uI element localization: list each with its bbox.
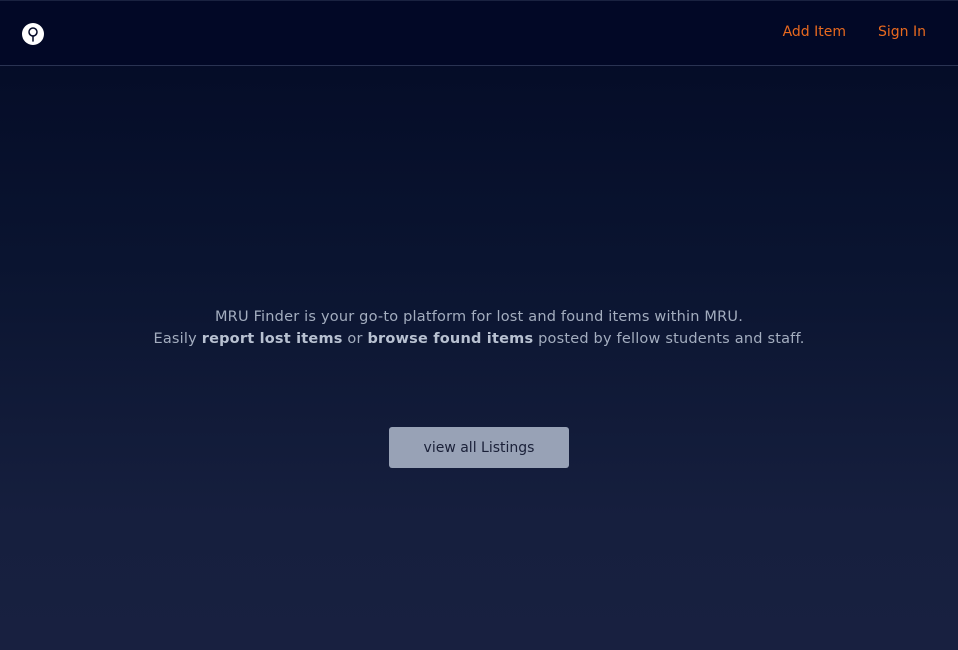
nav-links: Add Item Sign In (783, 24, 926, 40)
view-all-listings-button[interactable]: view all Listings (389, 427, 569, 468)
add-item-link[interactable]: Add Item (783, 24, 846, 40)
magnifying-glass-icon[interactable] (22, 23, 44, 45)
hero-line-2-suffix: posted by fellow students and staff. (533, 331, 805, 347)
hero-line-1: MRU Finder is your go-to platform for lo… (214, 309, 744, 325)
hero-description: MRU Finder is your go-to platform for lo… (0, 306, 958, 350)
hero-line-2-prefix: Easily (153, 331, 202, 347)
browse-found-items-text: browse found items (367, 331, 534, 347)
navbar: Add Item Sign In (0, 0, 958, 66)
sign-in-link[interactable]: Sign In (878, 24, 926, 40)
report-lost-items-text: report lost items (201, 331, 343, 347)
hero-line-2-mid: or (342, 331, 368, 347)
hero-line-2: Easily report lost items or browse found… (0, 328, 958, 350)
